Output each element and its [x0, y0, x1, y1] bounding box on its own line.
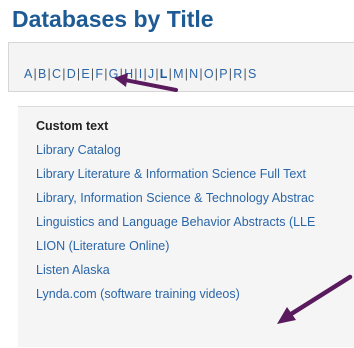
- az-navigation: A|B|C|D|E|F|G|H|I|J|L|M|N|O|P|R|S: [24, 67, 256, 81]
- database-link[interactable]: Library Literature & Information Science…: [36, 166, 315, 190]
- database-link[interactable]: Library Catalog: [36, 142, 315, 166]
- page-title: Databases by Title: [12, 6, 214, 32]
- az-letter-h[interactable]: H: [124, 67, 133, 81]
- az-separator: |: [184, 67, 189, 81]
- az-separator: |: [47, 67, 51, 81]
- az-separator: |: [168, 67, 173, 81]
- az-letter-f[interactable]: F: [95, 67, 103, 81]
- az-letter-r[interactable]: R: [233, 67, 242, 81]
- az-separator: |: [104, 67, 108, 81]
- az-separator: |: [62, 67, 66, 81]
- az-letter-e[interactable]: E: [81, 67, 90, 81]
- az-letter-g[interactable]: G: [109, 67, 119, 81]
- az-letter-l[interactable]: L: [160, 67, 168, 81]
- az-letter-j[interactable]: J: [148, 67, 154, 81]
- database-link[interactable]: Linguistics and Language Behavior Abstra…: [36, 214, 315, 238]
- az-separator: |: [119, 67, 124, 81]
- az-letter-a[interactable]: A: [24, 67, 33, 81]
- az-separator: |: [155, 67, 159, 81]
- az-separator: |: [199, 67, 203, 81]
- az-separator: |: [228, 67, 233, 81]
- az-separator: |: [90, 67, 95, 81]
- az-letter-d[interactable]: D: [67, 67, 76, 81]
- list-header: Custom text: [36, 119, 109, 133]
- az-separator: |: [214, 67, 219, 81]
- az-letter-b[interactable]: B: [38, 67, 47, 81]
- database-list: Custom text Library Catalog Library Lite…: [36, 118, 315, 310]
- az-letter-o[interactable]: O: [204, 67, 214, 81]
- az-letter-m[interactable]: M: [173, 67, 184, 81]
- database-link[interactable]: Listen Alaska: [36, 262, 315, 286]
- database-link[interactable]: Lynda.com (software training videos): [36, 286, 315, 310]
- database-link[interactable]: LION (Literature Online): [36, 238, 315, 262]
- az-separator: |: [33, 67, 37, 81]
- az-letter-p[interactable]: P: [219, 67, 228, 81]
- az-separator: |: [76, 67, 81, 81]
- az-letter-s[interactable]: S: [248, 67, 257, 81]
- az-separator: |: [243, 67, 247, 81]
- database-link[interactable]: Library, Information Science & Technolog…: [36, 190, 315, 214]
- az-separator: |: [143, 67, 147, 81]
- az-letter-n[interactable]: N: [189, 67, 198, 81]
- az-letter-c[interactable]: C: [52, 67, 61, 81]
- az-letter-i[interactable]: I: [139, 67, 143, 81]
- az-separator: |: [134, 67, 138, 81]
